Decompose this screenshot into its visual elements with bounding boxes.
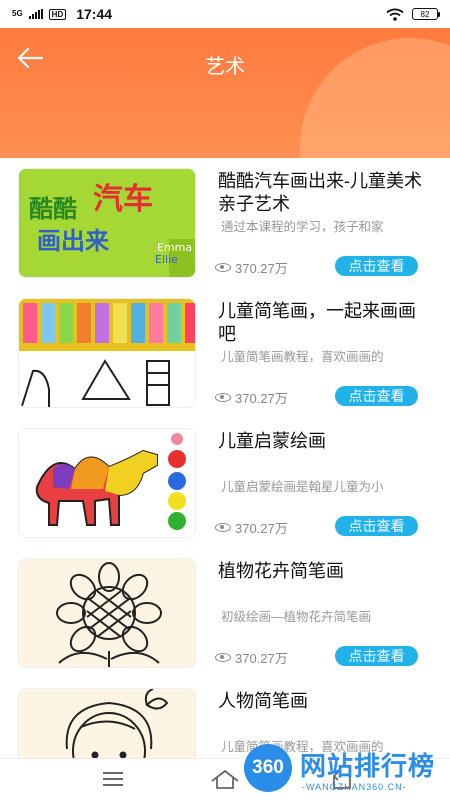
page-header: 艺术	[0, 28, 450, 158]
course-description: 儿童启蒙绘画是翰星儿童为小	[221, 480, 384, 494]
car-drawing-thumbnail-art: 酷酷 汽车 画出来 Emma Ellie	[19, 169, 195, 277]
view-button[interactable]: 点击查看	[335, 516, 418, 536]
sunflower-drawing-thumbnail-art	[19, 559, 195, 667]
markers-drawing-thumbnail-art	[19, 299, 195, 407]
girl-drawing-thumbnail-art	[19, 689, 195, 758]
view-count-text: 370.27万	[235, 261, 288, 276]
thumb-text-qiche: 汽车	[93, 182, 153, 217]
view-button[interactable]: 点击查看	[335, 646, 418, 666]
eye-icon	[215, 263, 231, 272]
wifi-icon	[386, 8, 404, 21]
course-thumbnail[interactable]	[18, 298, 196, 408]
view-count-text: 370.27万	[235, 651, 288, 666]
course-description: 儿童简笔画教程，喜欢画画的	[221, 350, 384, 364]
view-count: 370.27万	[215, 648, 288, 667]
course-description: 初级绘画—植物花卉简笔画	[221, 610, 372, 624]
home-icon[interactable]	[210, 769, 240, 789]
hd-badge: HD	[48, 8, 67, 20]
page-title: 艺术	[205, 56, 245, 78]
course-thumbnail[interactable]: 酷酷 汽车 画出来 Emma Ellie	[18, 168, 196, 278]
view-count-text: 370.27万	[235, 391, 288, 406]
thumb-brand-ellie: Ellie	[155, 253, 178, 266]
course-thumbnail[interactable]	[18, 558, 196, 668]
course-list[interactable]: 酷酷 汽车 画出来 Emma Ellie 酷酷汽车画出来-儿童美术亲子艺术 通过…	[0, 158, 450, 758]
view-count: 370.27万	[215, 518, 288, 537]
course-title[interactable]: 植物花卉简笔画	[218, 560, 428, 583]
view-count: 370.27万	[215, 258, 288, 277]
status-time: 17:44	[76, 6, 113, 22]
view-button[interactable]: 点击查看	[335, 256, 418, 276]
menu-icon[interactable]	[103, 772, 123, 786]
view-count-text: 370.27万	[235, 521, 288, 536]
view-count: 370.27万	[215, 388, 288, 407]
watermark-subtext: -WANGZHAN360.CN-	[302, 782, 407, 792]
course-card[interactable]: 儿童启蒙绘画 儿童启蒙绘画是翰星儿童为小 370.27万 点击查看	[0, 418, 450, 548]
course-title[interactable]: 人物简笔画	[218, 690, 428, 713]
eye-icon	[215, 653, 231, 662]
course-title[interactable]: 酷酷汽车画出来-儿童美术亲子艺术	[218, 170, 428, 216]
course-description: 通过本课程的学习，孩子和家	[221, 220, 384, 234]
watermark: 360 网站排行榜 -WANGZHAN360.CN-	[240, 742, 450, 800]
thumb-text-kuku: 酷酷	[29, 195, 77, 223]
course-card[interactable]: 植物花卉简笔画 初级绘画—植物花卉简笔画 370.27万 点击查看	[0, 548, 450, 678]
eye-icon	[215, 523, 231, 532]
camel-drawing-thumbnail-art	[19, 429, 195, 537]
eye-icon	[215, 393, 231, 402]
course-title[interactable]: 儿童简笔画，一起来画画吧	[218, 300, 428, 346]
course-card[interactable]: 儿童简笔画，一起来画画吧 儿童简笔画教程，喜欢画画的 370.27万 点击查看	[0, 288, 450, 418]
thumb-text-huachulai: 画出来	[37, 227, 110, 255]
course-thumbnail[interactable]	[18, 428, 196, 538]
course-card[interactable]: 酷酷 汽车 画出来 Emma Ellie 酷酷汽车画出来-儿童美术亲子艺术 通过…	[0, 158, 450, 288]
battery-level: 82	[420, 9, 430, 19]
course-title[interactable]: 儿童启蒙绘画	[218, 430, 428, 453]
watermark-logo: 360	[244, 744, 292, 792]
signal-icon	[28, 9, 43, 19]
status-bar: 5G HD 17:44 82	[0, 0, 450, 28]
battery-icon: 82	[412, 8, 440, 20]
course-thumbnail[interactable]	[18, 688, 196, 758]
view-button[interactable]: 点击查看	[335, 386, 418, 406]
network-type: 5G	[12, 9, 23, 18]
watermark-text: 网站排行榜	[300, 751, 436, 781]
